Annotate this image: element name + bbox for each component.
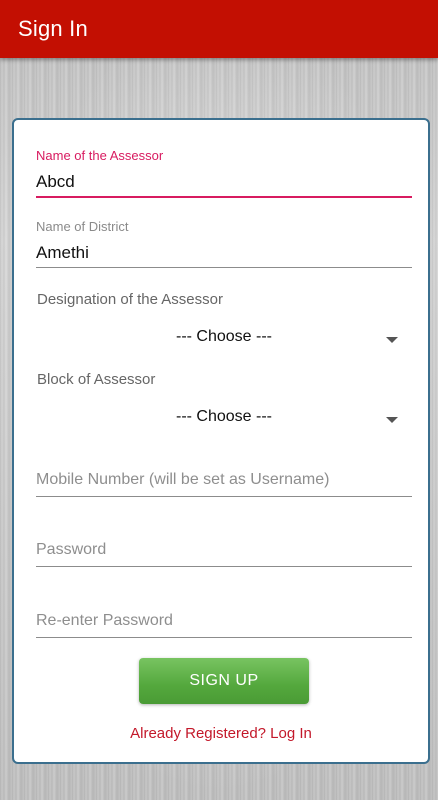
block-label: Block of Assessor bbox=[37, 371, 156, 388]
password-field[interactable]: Password bbox=[36, 535, 412, 567]
signup-form-card: Name of the Assessor Abcd Name of Distri… bbox=[12, 118, 430, 764]
block-selected: --- Choose --- bbox=[175, 408, 272, 425]
mobile-number-field[interactable]: Mobile Number (will be set as Username) bbox=[36, 465, 412, 497]
designation-label: Designation of the Assessor bbox=[37, 291, 223, 308]
dropdown-arrow-icon bbox=[386, 417, 398, 423]
assessor-name-input[interactable]: Abcd bbox=[36, 172, 75, 192]
password-underline bbox=[36, 566, 412, 567]
login-link[interactable]: Already Registered? Log In bbox=[14, 725, 428, 742]
sign-up-button[interactable]: SIGN UP bbox=[139, 658, 309, 704]
reenter-password-input[interactable]: Re-enter Password bbox=[36, 612, 173, 630]
district-field[interactable]: Name of District Amethi bbox=[36, 217, 412, 269]
assessor-name-underline bbox=[36, 196, 412, 198]
mobile-number-input[interactable]: Mobile Number (will be set as Username) bbox=[36, 471, 329, 489]
district-input[interactable]: Amethi bbox=[36, 243, 89, 263]
mobile-number-underline bbox=[36, 496, 412, 497]
password-input[interactable]: Password bbox=[36, 541, 106, 559]
district-underline bbox=[36, 267, 412, 268]
assessor-name-field[interactable]: Name of the Assessor Abcd bbox=[36, 146, 412, 198]
reenter-password-field[interactable]: Re-enter Password bbox=[36, 606, 412, 638]
reenter-password-underline bbox=[36, 637, 412, 638]
designation-selected: --- Choose --- bbox=[175, 328, 272, 345]
app-bar: Sign In bbox=[0, 0, 438, 58]
assessor-name-label: Name of the Assessor bbox=[36, 148, 164, 163]
designation-dropdown[interactable]: --- Choose --- bbox=[36, 324, 412, 354]
block-dropdown[interactable]: --- Choose --- bbox=[36, 404, 412, 434]
district-label: Name of District bbox=[36, 219, 129, 234]
app-bar-title: Sign In bbox=[18, 16, 88, 41]
dropdown-arrow-icon bbox=[386, 337, 398, 343]
